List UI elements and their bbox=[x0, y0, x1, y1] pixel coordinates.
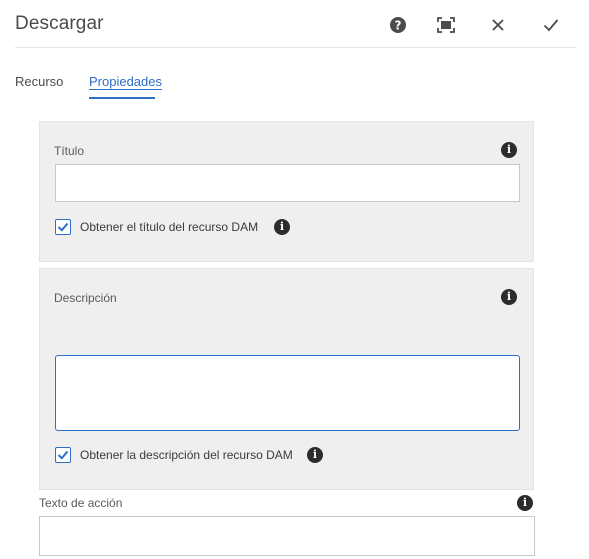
close-button[interactable] bbox=[485, 12, 511, 38]
checkmark-icon bbox=[57, 450, 69, 460]
description-textarea[interactable] bbox=[55, 355, 520, 431]
title-info-icon[interactable]: i bbox=[501, 142, 517, 158]
close-icon bbox=[492, 19, 504, 31]
description-panel: Descripción i Obtener la descripción del… bbox=[39, 268, 534, 490]
description-from-dam-checkbox[interactable] bbox=[55, 447, 71, 463]
description-dam-info-icon[interactable]: i bbox=[307, 447, 323, 463]
title-panel: Título i Obtener el título del recurso D… bbox=[39, 121, 534, 262]
action-text-info-icon[interactable]: i bbox=[517, 495, 533, 511]
description-from-dam-label[interactable]: Obtener la descripción del recurso DAM bbox=[80, 448, 293, 462]
fullscreen-icon bbox=[437, 17, 455, 33]
description-label: Descripción bbox=[54, 291, 117, 305]
help-button[interactable]: ? bbox=[385, 12, 411, 38]
tab-recurso[interactable]: Recurso bbox=[15, 74, 63, 89]
svg-text:?: ? bbox=[395, 19, 402, 33]
tab-propiedades[interactable]: Propiedades bbox=[89, 74, 162, 89]
title-input[interactable] bbox=[55, 164, 520, 202]
title-dam-info-icon[interactable]: i bbox=[274, 219, 290, 235]
header-divider bbox=[15, 47, 576, 48]
checkmark-icon bbox=[57, 222, 69, 232]
confirm-icon bbox=[543, 19, 559, 32]
active-tab-indicator bbox=[89, 97, 155, 99]
help-icon: ? bbox=[390, 17, 406, 33]
dialog-title: Descargar bbox=[15, 13, 104, 34]
title-label: Título bbox=[54, 144, 85, 158]
action-text-input[interactable] bbox=[39, 516, 535, 556]
action-text-label: Texto de acción bbox=[39, 496, 123, 510]
confirm-button[interactable] bbox=[538, 12, 564, 38]
dialog-header: Descargar ? bbox=[0, 0, 589, 48]
title-from-dam-checkbox[interactable] bbox=[55, 219, 71, 235]
fullscreen-button[interactable] bbox=[433, 12, 459, 38]
description-info-icon[interactable]: i bbox=[501, 289, 517, 305]
title-from-dam-label[interactable]: Obtener el título del recurso DAM bbox=[80, 220, 258, 234]
